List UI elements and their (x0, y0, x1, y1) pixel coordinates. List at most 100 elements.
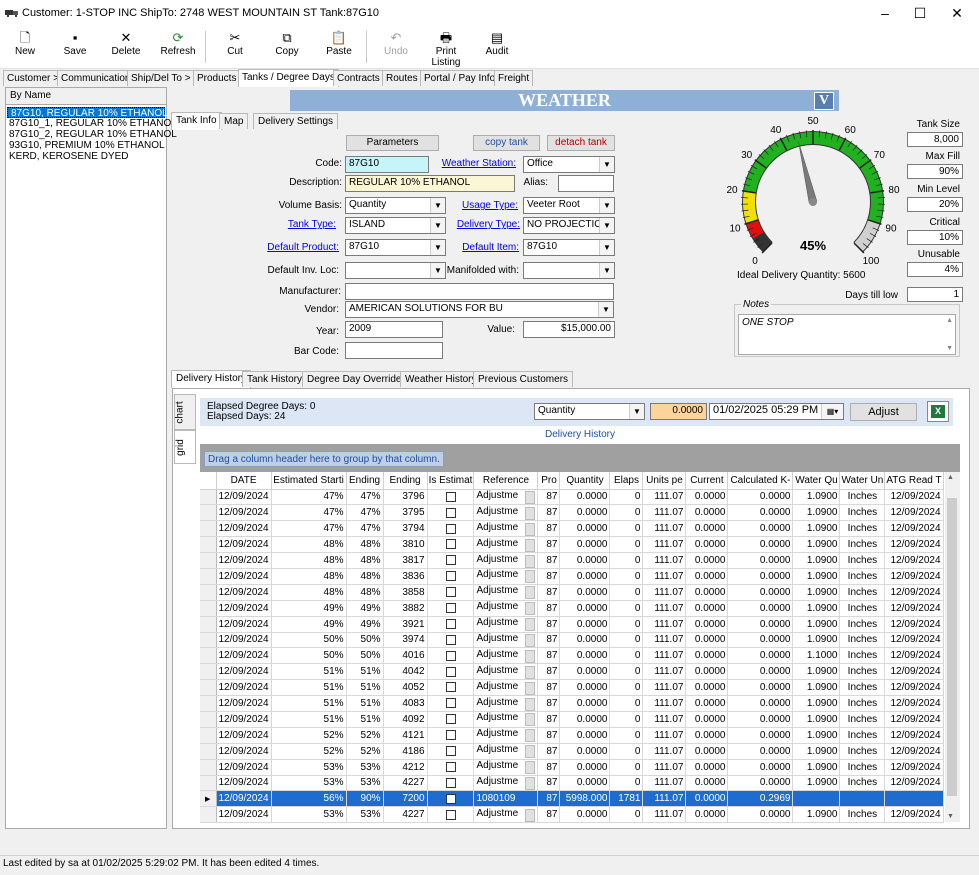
ellipsis-button[interactable] (525, 697, 536, 711)
refresh-button[interactable]: ⟳ Refresh (158, 29, 198, 67)
checkbox[interactable] (445, 682, 456, 693)
tab-tank-history[interactable]: Tank History (242, 371, 308, 387)
column-header[interactable]: Estimated Starti (271, 472, 347, 490)
is-estimated-checkbox[interactable] (427, 489, 475, 506)
notes-field[interactable]: ONE STOP ▲ ▼ (738, 314, 956, 355)
table-row[interactable]: 12/09/2024 49% 49% 3921 Adjustme 87 0.0000 0 111… (200, 616, 944, 633)
usage-type-link[interactable]: Usage Type: (440, 200, 518, 211)
new-button[interactable]: 🗋 New (10, 29, 40, 67)
column-header[interactable]: Calculated K- (727, 472, 794, 490)
tab-customer[interactable]: Customer > (3, 70, 63, 86)
is-estimated-checkbox[interactable] (427, 552, 475, 569)
table-row[interactable]: 12/09/2024 52% 52% 4121 Adjustme 87 0.0000 0 111… (200, 727, 944, 744)
checkbox[interactable] (445, 507, 456, 518)
is-estimated-checkbox[interactable] (427, 616, 475, 633)
checkbox[interactable] (445, 761, 456, 772)
table-row[interactable]: 12/09/2024 50% 50% 3974 Adjustme 87 0.0000 0 111… (200, 632, 944, 649)
maximize-button[interactable]: ☐ (905, 3, 935, 23)
is-estimated-checkbox[interactable] (427, 775, 475, 792)
column-header[interactable]: Units pe (642, 472, 687, 490)
table-row[interactable]: 12/09/2024 48% 48% 3836 Adjustme 87 0.0000 0 111… (200, 568, 944, 585)
checkbox[interactable] (445, 523, 456, 534)
is-estimated-checkbox[interactable] (427, 536, 475, 554)
ellipsis-button[interactable] (525, 649, 536, 663)
vendor-select[interactable]: AMERICAN SOLUTIONS FOR BU ▼ (345, 301, 614, 318)
checkbox[interactable] (445, 539, 456, 550)
is-estimated-checkbox[interactable] (427, 632, 475, 649)
ellipsis-button[interactable] (525, 745, 536, 759)
undo-button[interactable]: ↶ Undo (380, 29, 412, 67)
description-field[interactable]: REGULAR 10% ETHANOL (345, 175, 515, 192)
days-till-low-field[interactable]: 1 (907, 287, 963, 302)
checkbox[interactable] (445, 491, 456, 502)
row-indicator[interactable] (200, 775, 217, 792)
column-header[interactable]: Ending (346, 472, 384, 490)
list-item[interactable]: 87G10_1, REGULAR 10% ETHANOL (6, 118, 177, 129)
table-row[interactable]: 12/09/2024 47% 47% 3794 Adjustme 87 0.0000 0 111… (200, 520, 944, 538)
ellipsis-button[interactable] (525, 490, 536, 504)
copy-button[interactable]: ⧉ Copy (270, 29, 304, 67)
weather-station-select[interactable]: Office ▼ (523, 156, 615, 173)
reference-cell[interactable]: Adjustme (473, 520, 539, 538)
default-product-link[interactable]: Default Product: (260, 242, 339, 253)
paste-button[interactable]: 📋 Paste (322, 29, 356, 67)
reference-cell[interactable]: Adjustme (473, 504, 539, 522)
tab-map[interactable]: Map (219, 113, 249, 129)
tab-ship-del-to[interactable]: Ship/Del To > (127, 70, 195, 86)
checkbox[interactable] (445, 777, 456, 788)
row-indicator[interactable] (200, 600, 217, 617)
ellipsis-button[interactable] (525, 808, 536, 822)
list-item[interactable]: KERD, KEROSENE DYED (6, 151, 166, 162)
alias-field[interactable] (558, 175, 614, 192)
ellipsis-button[interactable] (525, 522, 536, 536)
table-row[interactable]: 12/09/2024 53% 53% 4227 Adjustme 87 0.0000 0 111… (200, 806, 944, 824)
reference-cell[interactable]: Adjustme (473, 568, 539, 585)
row-indicator[interactable] (200, 647, 217, 665)
parameters-button[interactable]: Parameters (346, 135, 439, 151)
checkbox[interactable] (445, 634, 456, 645)
max-fill-field[interactable]: 90% (907, 164, 963, 179)
year-field[interactable]: 2009 (345, 321, 443, 338)
calendar-icon[interactable]: ▦▾ (821, 404, 843, 419)
tab-communication[interactable]: Communication (57, 70, 135, 86)
is-estimated-checkbox[interactable] (427, 743, 475, 760)
row-indicator[interactable] (200, 679, 217, 697)
tab-products[interactable]: Products (193, 70, 241, 86)
ellipsis-button[interactable] (525, 761, 536, 775)
unusable-field[interactable]: 4% (907, 262, 963, 277)
close-button[interactable]: ✕ (942, 3, 972, 23)
row-indicator[interactable] (200, 504, 217, 522)
list-header[interactable]: By Name (6, 88, 166, 105)
volume-basis-select[interactable]: Quantity ▼ (345, 197, 446, 214)
column-header[interactable]: Is Estimat (427, 472, 475, 490)
table-row[interactable]: 12/09/2024 49% 49% 3882 Adjustme 87 0.0000 0 111… (200, 600, 944, 617)
ellipsis-button[interactable] (525, 570, 536, 584)
ellipsis-button[interactable] (525, 665, 536, 679)
adjust-button[interactable]: Adjust (850, 403, 917, 421)
row-indicator[interactable] (200, 806, 217, 824)
row-indicator[interactable] (200, 695, 217, 712)
minimize-button[interactable]: – (870, 3, 900, 23)
is-estimated-checkbox[interactable] (427, 806, 475, 824)
weather-station-link[interactable]: Weather Station: (430, 158, 516, 169)
quantity-basis-select[interactable]: Quantity ▼ (534, 403, 645, 420)
list-item[interactable]: 87G10, REGULAR 10% ETHANOL (7, 107, 168, 119)
tab-previous-customers[interactable]: Previous Customers (473, 371, 574, 387)
checkbox[interactable] (445, 714, 456, 725)
table-row[interactable]: 12/09/2024 53% 53% 4227 Adjustme 87 0.0000 0 111… (200, 775, 944, 792)
reference-cell[interactable]: Adjustme (473, 489, 539, 506)
checkbox[interactable] (445, 809, 456, 820)
ellipsis-button[interactable] (525, 554, 536, 568)
default-item-link[interactable]: Default Item: (440, 242, 519, 253)
column-header[interactable]: Water Qu (792, 472, 841, 490)
tank-size-field[interactable]: 8,000 (907, 132, 963, 147)
row-indicator[interactable] (200, 584, 217, 601)
tab-contracts[interactable]: Contracts (333, 70, 384, 86)
delivery-type-link[interactable]: Delivery Type: (440, 219, 520, 230)
tab-freight[interactable]: Freight (494, 70, 534, 86)
chevron-down-icon[interactable]: ▼ (946, 345, 953, 352)
is-estimated-checkbox[interactable] (427, 600, 475, 617)
checkbox[interactable] (445, 650, 456, 661)
ellipsis-button[interactable] (525, 633, 536, 647)
chevron-up-icon[interactable]: ▲ (947, 474, 954, 481)
